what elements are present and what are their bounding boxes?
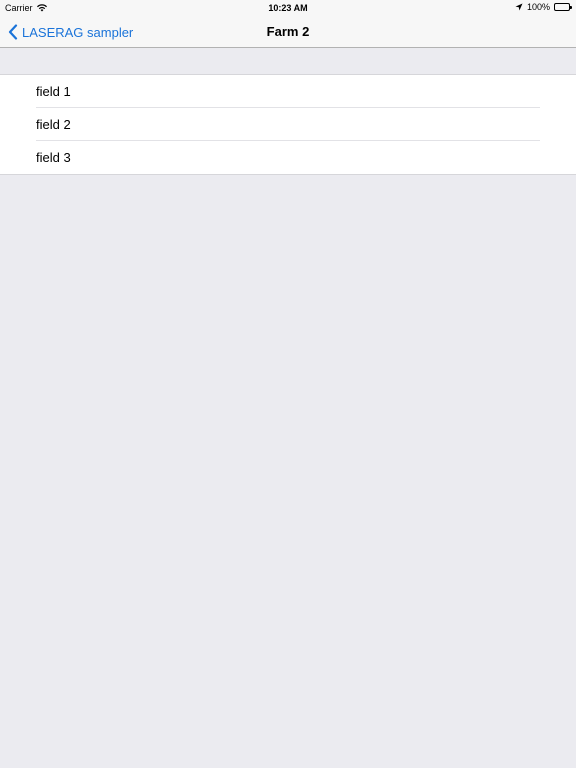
- status-right: 100%: [515, 2, 572, 12]
- list-item-label: field 3: [36, 150, 71, 165]
- battery-icon: [554, 3, 572, 11]
- battery-percent: 100%: [526, 2, 550, 12]
- list-item-field-2[interactable]: field 2: [0, 108, 576, 141]
- chevron-left-icon: [8, 24, 18, 40]
- list-item-field-3[interactable]: field 3: [0, 141, 576, 174]
- back-button-label: LASERAG sampler: [22, 24, 134, 40]
- field-list: field 1 field 2 field 3: [0, 74, 576, 175]
- navigation-bar: Farm 2 LASERAG sampler: [0, 16, 576, 48]
- back-button[interactable]: LASERAG sampler: [8, 16, 133, 48]
- status-time: 10:23 AM: [268, 3, 308, 13]
- location-icon: [515, 3, 523, 11]
- list-item-field-1[interactable]: field 1: [0, 75, 576, 108]
- list-item-label: field 2: [36, 117, 71, 132]
- list-item-label: field 1: [36, 84, 71, 99]
- status-bar: Carrier 10:23 AM 100%: [0, 0, 576, 16]
